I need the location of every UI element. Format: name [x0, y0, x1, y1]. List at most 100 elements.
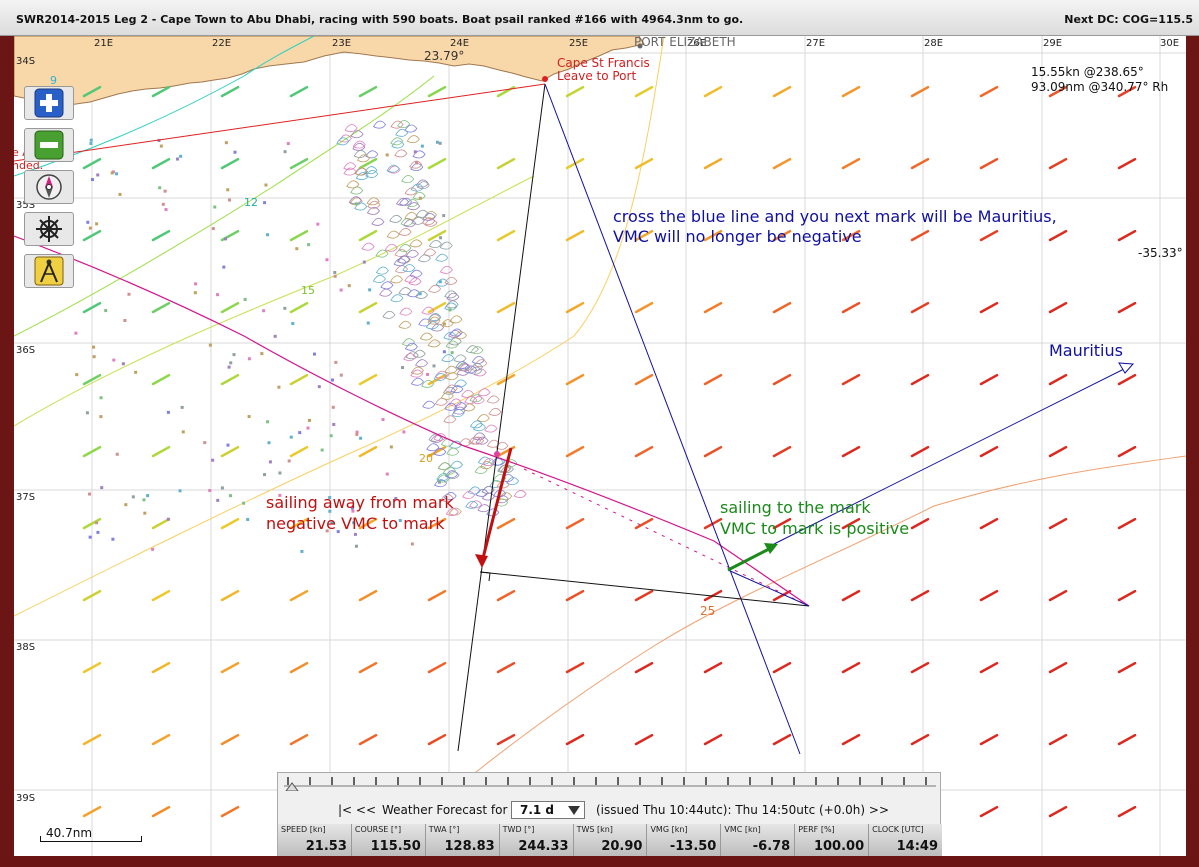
stat-value: 20.90	[601, 839, 643, 854]
fleet-dot	[283, 150, 287, 154]
wind-arrow	[634, 733, 654, 746]
fleet-dot	[329, 434, 333, 438]
fleet-boat	[486, 395, 500, 404]
wind-arrow	[841, 733, 861, 746]
fleet-dot	[222, 265, 226, 269]
wind-arrow	[358, 301, 378, 314]
wind-arrow	[910, 85, 930, 98]
fleet-boat	[372, 275, 386, 283]
lat-label: 36S	[16, 345, 36, 356]
fleet-dot	[339, 373, 343, 377]
wind-arrow	[289, 85, 309, 98]
wind-arrow	[289, 589, 309, 602]
minus-icon	[34, 130, 64, 160]
wind-arrow	[496, 157, 516, 170]
wind-arrow	[496, 301, 516, 314]
wind-arrow	[565, 589, 585, 602]
wind-arrow	[565, 661, 585, 674]
helm-button[interactable]	[24, 212, 74, 246]
wind-arrow	[1048, 301, 1068, 314]
fleet-dot	[333, 274, 337, 278]
fleet-dot	[307, 243, 311, 247]
center-boat-button[interactable]	[24, 170, 74, 204]
wind-arrow	[1117, 373, 1137, 386]
fleet-dot	[121, 362, 125, 366]
fleet-dot	[226, 443, 230, 447]
fleet-dot	[86, 220, 90, 224]
stat-label: VMC [kn]	[724, 825, 761, 834]
fleet-boat	[488, 407, 502, 416]
fleet-dot	[74, 331, 78, 335]
wind-arrow	[565, 517, 585, 530]
fleet-boat	[379, 288, 393, 297]
fleet-dot	[317, 385, 321, 389]
lon-label: 24E	[450, 38, 470, 49]
fleet-dot	[410, 542, 414, 546]
fleet-dot	[151, 547, 155, 551]
forecast-timeline[interactable]	[284, 775, 936, 791]
fleet-boat	[455, 361, 469, 370]
title-bar: SWR2014-2015 Leg 2 - Cape Town to Abu Dh…	[0, 0, 1199, 36]
fleet-dot	[435, 140, 439, 144]
fleet-boat	[419, 332, 433, 341]
fleet-dot	[96, 173, 100, 177]
wind-arrow	[703, 445, 723, 458]
fleet-dot	[450, 351, 454, 355]
fleet-dot	[232, 353, 236, 357]
zoom-out-button[interactable]	[24, 128, 74, 162]
fleet-dot	[216, 293, 220, 297]
map-canvas[interactable]	[14, 36, 1186, 856]
fleet-dot	[354, 544, 358, 548]
fleet-dot	[228, 198, 232, 202]
lon-label: 22E	[212, 38, 232, 49]
wind-arrow	[910, 589, 930, 602]
fleet-boat	[410, 366, 424, 375]
forecast-select-value: 7.1 d	[520, 803, 555, 817]
compass-icon	[36, 174, 62, 200]
fleet-dot	[92, 355, 96, 359]
stat-value: 100.00	[813, 839, 865, 854]
fleet-boat	[346, 180, 360, 189]
chart-map[interactable]: 21E 22E 23E 24E 25E 26E 27E 28E 29E 30E …	[14, 36, 1186, 856]
fleet-dot	[439, 236, 443, 240]
wind-arrow	[496, 661, 516, 674]
wind-arrow	[1117, 301, 1137, 314]
fleet-dot	[246, 517, 250, 521]
wind-arrow	[841, 445, 861, 458]
wind-arrow	[703, 301, 723, 314]
fleet-boat	[461, 390, 475, 398]
wind-arrow	[841, 373, 861, 386]
fleet-dot	[437, 480, 441, 484]
fleet-dot	[112, 358, 116, 362]
fleet-boat	[404, 212, 418, 220]
wind-arrow	[151, 229, 171, 242]
fleet-boat	[399, 307, 413, 316]
stat-course: COURSE [°] 115.50	[351, 824, 426, 856]
forecast-select[interactable]: 7.1 d	[511, 801, 585, 819]
zoom-in-button[interactable]	[24, 86, 74, 120]
fleet-dot	[224, 237, 228, 241]
wind-arrow	[1048, 805, 1068, 818]
wind-arrow	[1048, 589, 1068, 602]
stat-speed: SPEED [kn] 21.53	[278, 824, 352, 856]
wind-arrow	[772, 733, 792, 746]
wind-arrow	[565, 85, 585, 98]
wind-arrow	[979, 301, 999, 314]
wind-arrow	[496, 517, 516, 530]
fleet-dot	[178, 489, 182, 493]
fleet-dot	[124, 503, 128, 507]
forecast-prev-buttons[interactable]: |< <<	[338, 803, 376, 817]
wind-arrow	[1048, 517, 1068, 530]
fleet-dot	[226, 188, 230, 192]
fleet-boat	[441, 354, 455, 363]
fleet-dot	[426, 372, 430, 376]
wind-arrow	[1048, 733, 1068, 746]
wind-arrow	[289, 733, 309, 746]
wind-arrow	[910, 517, 930, 530]
wind-arrow	[358, 229, 378, 242]
wind-arrow	[703, 661, 723, 674]
fleet-dot	[146, 494, 150, 498]
wind-arrow	[910, 373, 930, 386]
fleet-boat	[394, 249, 408, 257]
measure-button[interactable]	[24, 254, 74, 288]
